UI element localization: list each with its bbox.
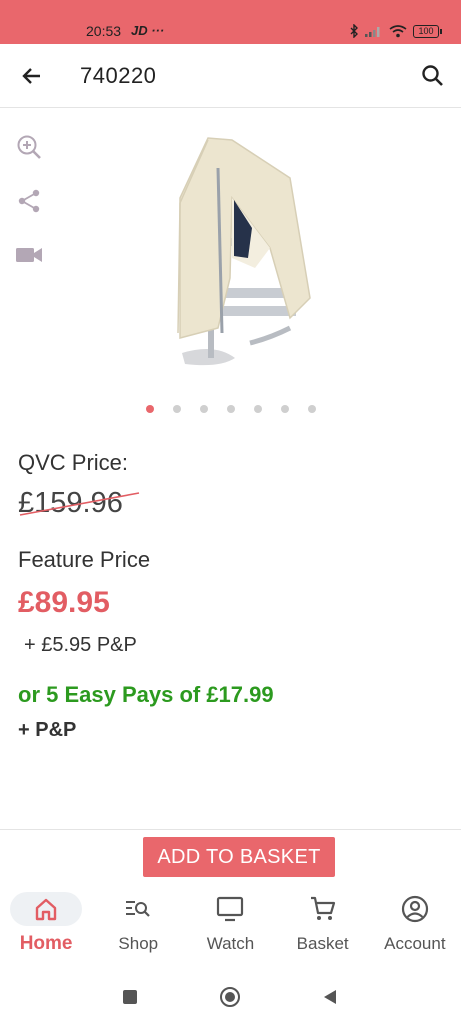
nav-label: Shop bbox=[118, 934, 159, 953]
nav-item-account[interactable]: Account bbox=[369, 882, 461, 972]
recent-apps-button[interactable] bbox=[119, 986, 141, 1008]
status-time: 20:53 bbox=[86, 23, 122, 39]
status-bar: 20:53 JD ··· 100 bbox=[0, 0, 461, 44]
shop-icon bbox=[126, 901, 151, 917]
easy-pays-offer[interactable]: or 5 Easy Pays of £17.99 bbox=[18, 682, 274, 708]
triangle-back-icon bbox=[324, 990, 336, 1004]
cart-icon bbox=[310, 896, 335, 920]
nav-item-shop[interactable]: Shop bbox=[92, 882, 184, 972]
pagination-dot[interactable] bbox=[199, 405, 208, 413]
account-icon bbox=[401, 895, 428, 923]
home-system-button[interactable] bbox=[219, 986, 241, 1008]
pagination-dot[interactable] bbox=[307, 405, 316, 413]
system-navigation-bar bbox=[0, 972, 461, 1024]
status-notification-icons: JD ··· bbox=[131, 23, 165, 38]
pagination-dot[interactable] bbox=[280, 405, 289, 413]
page-title: 740220 bbox=[80, 63, 157, 88]
clothes-airer-cover-image bbox=[177, 137, 311, 366]
nav-icon-container bbox=[10, 892, 83, 926]
battery-icon: 100 bbox=[413, 24, 442, 38]
signal-icon bbox=[365, 27, 380, 37]
nav-item-home[interactable]: Home bbox=[0, 882, 92, 972]
back-system-button[interactable] bbox=[319, 986, 341, 1008]
nav-item-watch[interactable]: Watch bbox=[184, 882, 276, 972]
video-camera-icon bbox=[16, 248, 42, 262]
wifi-icon bbox=[389, 24, 407, 37]
share-button[interactable] bbox=[14, 186, 44, 216]
back-button[interactable] bbox=[18, 62, 46, 90]
pagination-dot[interactable] bbox=[226, 405, 235, 413]
nav-icon-container bbox=[395, 892, 435, 926]
video-button[interactable] bbox=[14, 240, 44, 270]
nav-label: Basket bbox=[296, 934, 349, 953]
qvc-price-label: QVC Price: bbox=[18, 450, 129, 475]
app-bar: 740220 bbox=[0, 44, 461, 108]
add-to-basket-button[interactable]: ADD TO BASKET bbox=[143, 837, 335, 877]
search-button[interactable] bbox=[419, 62, 447, 90]
search-icon bbox=[422, 65, 443, 86]
feature-price: £89.95 bbox=[18, 586, 110, 619]
status-right-icons: 100 bbox=[349, 24, 442, 38]
add-to-basket-bar: ADD TO BASKET bbox=[0, 829, 461, 881]
strikethrough-line bbox=[19, 492, 140, 516]
image-tools bbox=[14, 132, 44, 294]
pagination-dot[interactable] bbox=[172, 405, 181, 413]
zoom-button[interactable] bbox=[14, 132, 44, 162]
bottom-navigation: Home Shop Watch Basket Account bbox=[0, 882, 461, 972]
nav-icon-container bbox=[210, 892, 250, 926]
postage-price: + £5.95 P&P bbox=[24, 634, 137, 656]
nav-icon-container bbox=[118, 892, 158, 926]
nav-label: Account bbox=[384, 934, 446, 953]
home-icon bbox=[35, 898, 57, 921]
image-pagination bbox=[0, 405, 461, 413]
share-icon bbox=[18, 189, 40, 213]
easy-pays-postage: + P&P bbox=[18, 719, 77, 741]
bluetooth-icon bbox=[350, 24, 358, 38]
circle-icon bbox=[220, 987, 240, 1007]
zoom-in-icon bbox=[17, 135, 41, 159]
qvc-price-container: £159.96 bbox=[18, 487, 140, 523]
nav-label: Home bbox=[19, 933, 73, 954]
nav-icon-container bbox=[303, 892, 343, 926]
tv-icon bbox=[217, 896, 244, 922]
pagination-dot[interactable] bbox=[145, 405, 154, 413]
square-icon bbox=[123, 990, 137, 1004]
nav-item-basket[interactable]: Basket bbox=[277, 882, 369, 972]
product-image[interactable] bbox=[160, 128, 320, 378]
pagination-dot[interactable] bbox=[253, 405, 262, 413]
nav-label: Watch bbox=[206, 934, 255, 953]
feature-price-label: Feature Price bbox=[18, 547, 151, 572]
arrow-left-icon bbox=[22, 68, 40, 84]
